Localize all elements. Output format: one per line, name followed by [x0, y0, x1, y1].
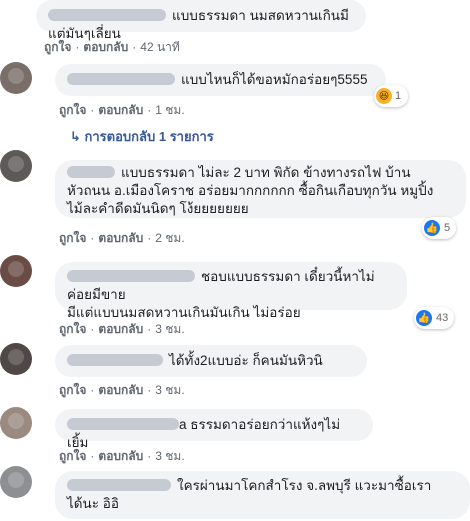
reaction-number: 5: [444, 222, 451, 234]
commenter-name-blurred[interactable]: [67, 270, 195, 282]
reply-link[interactable]: ตอบกลับ: [98, 231, 143, 245]
reaction-number: 1: [395, 90, 402, 102]
commenter-name-blurred[interactable]: [67, 479, 171, 491]
timestamp[interactable]: 42 นาที: [140, 40, 180, 54]
comment-text-line-1: ใครผ่านมาโคกสำโรง จ.ลพบุรี แวะมาซื้อเรา: [177, 478, 432, 493]
commenter-name-blurred[interactable]: [67, 354, 163, 366]
commenter-name-blurred[interactable]: [67, 73, 175, 85]
view-replies-link[interactable]: ↳ การตอบกลับ 1 รายการ: [70, 126, 214, 147]
timestamp[interactable]: 1 ชม.: [155, 103, 184, 117]
reply-link[interactable]: ตอบกลับ: [83, 40, 128, 54]
comment-text-line-2: ได้นะ อิอิ: [67, 496, 120, 511]
comment-meta: ถูกใจ · ตอบกลับ · 42 นาที: [44, 40, 180, 54]
comment-bubble: a ธรรมดาอร่อยกว่าแห้งๆไม่เยิ้ม: [55, 409, 373, 450]
thumbs-up-icon: 👍: [416, 310, 432, 326]
like-link[interactable]: ถูกใจ: [59, 383, 86, 397]
avatar[interactable]: [0, 150, 32, 182]
thumbs-up-icon: 👍: [424, 220, 440, 236]
comment-text-line-1: แบบธรรมดา ไม่ละ 2 บาท พิกัด ข้างทางรถไฟ …: [121, 165, 411, 180]
haha-emoji-icon: 😆: [376, 88, 392, 104]
comment-bubble: แบบไหนก็ได้ขอหมักอร่อยๆ5555: [55, 64, 386, 96]
reply-link[interactable]: ตอบกลับ: [98, 383, 143, 397]
like-link[interactable]: ถูกใจ: [44, 40, 71, 54]
like-link[interactable]: ถูกใจ: [59, 449, 86, 463]
comment-meta: ถูกใจ · ตอบกลับ · 2 ชม.: [59, 231, 185, 245]
timestamp[interactable]: 2 ชม.: [155, 231, 184, 245]
comment-text-line-3: ไม้ละคำดีดมันนิดๆ โง้ยยยยยยย: [67, 201, 249, 216]
reply-link[interactable]: ตอบกลับ: [98, 449, 143, 463]
avatar[interactable]: [0, 343, 32, 375]
comment-text: แบบไหนก็ได้ขอหมักอร่อยๆ5555: [181, 72, 368, 87]
comment-bubble: ใครผ่านมาโคกสำโรง จ.ลพบุรี แวะมาซื้อเรา …: [55, 471, 470, 519]
reply-link[interactable]: ตอบกลับ: [98, 103, 143, 117]
reaction-count[interactable]: 👍 43: [414, 307, 454, 329]
commenter-name-blurred[interactable]: [67, 418, 179, 430]
reply-link[interactable]: ตอบกลับ: [98, 322, 143, 336]
comment-bubble: แบบธรรมดา ไม่ละ 2 บาท พิกัด ข้างทางรถไฟ …: [55, 160, 466, 218]
comment-meta: ถูกใจ · ตอบกลับ · 3 ชม.: [59, 322, 185, 336]
comment-meta: ถูกใจ · ตอบกลับ · 1 ชม.: [59, 103, 185, 117]
comment-bubble: ได้ทั้ง2แบบอ่ะ ก็คนมันหิวนิ: [55, 345, 367, 377]
comment-meta: ถูกใจ · ตอบกลับ · 3 ชม.: [59, 449, 185, 463]
comment-text-line-2: หัวถนน อ.เมืองโคราช อร่อยมากกกกกก ซื้อกิ…: [67, 183, 434, 198]
timestamp[interactable]: 3 ชม.: [155, 449, 184, 463]
like-link[interactable]: ถูกใจ: [59, 322, 86, 336]
timestamp[interactable]: 3 ชม.: [155, 322, 184, 336]
reaction-count[interactable]: 👍 5: [422, 217, 456, 239]
reaction-number: 43: [436, 312, 449, 324]
comment-text: ได้ทั้ง2แบบอ่ะ ก็คนมันหิวนิ: [169, 353, 323, 368]
reaction-count[interactable]: 😆 1: [374, 85, 408, 107]
comment-bubble: ชอบแบบธรรมดา เดี๋ยวนี้หาไม่ค่อยมีขาย มีแ…: [55, 262, 407, 320]
comment-bubble: แบบธรรมดา นมสดหวานเกินมีแต่มันๆเลี่ยน: [36, 0, 366, 41]
avatar[interactable]: [0, 407, 32, 439]
avatar[interactable]: [0, 62, 32, 94]
comment-meta: ถูกใจ · ตอบกลับ · 3 ชม.: [59, 383, 185, 397]
timestamp[interactable]: 3 ชม.: [155, 383, 184, 397]
avatar[interactable]: [0, 255, 32, 287]
commenter-name-blurred[interactable]: [67, 166, 115, 178]
like-link[interactable]: ถูกใจ: [59, 103, 86, 117]
like-link[interactable]: ถูกใจ: [59, 231, 86, 245]
commenter-name-blurred[interactable]: [48, 9, 166, 21]
avatar[interactable]: [0, 466, 32, 498]
